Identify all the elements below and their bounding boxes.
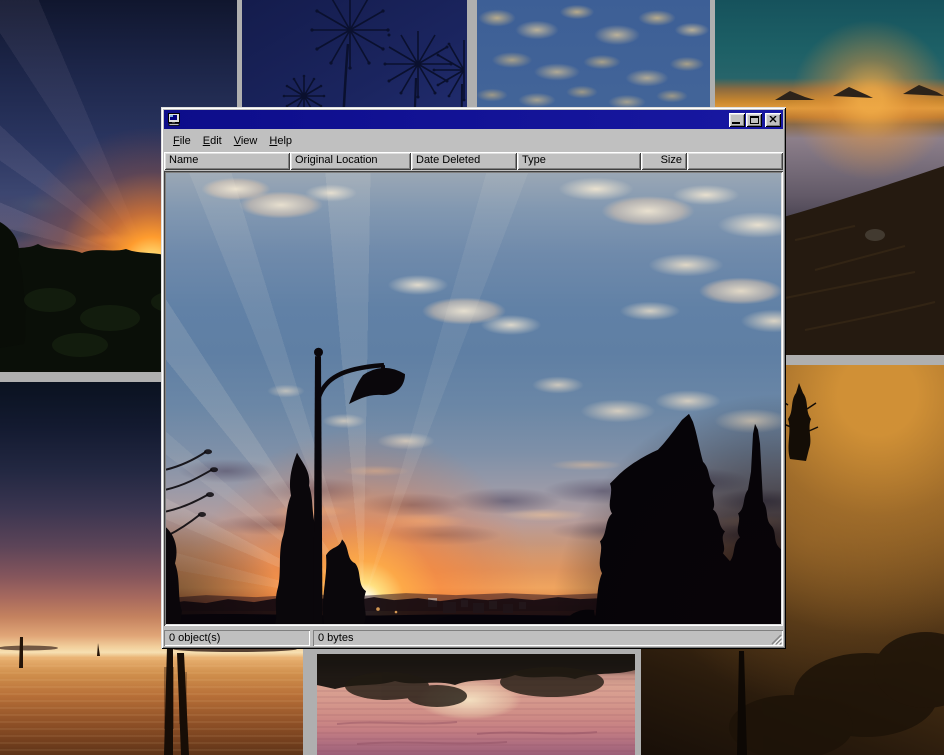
window-titlebar[interactable] xyxy=(164,110,783,129)
close-icon xyxy=(769,116,777,123)
list-column-headers: Name Original Location Date Deleted Type… xyxy=(164,152,783,171)
status-object-count: 0 object(s) xyxy=(164,630,310,646)
wallpaper-photo-water-reflection xyxy=(317,654,635,755)
menu-view[interactable]: View xyxy=(228,132,264,150)
minimize-icon xyxy=(732,122,740,124)
column-header-size[interactable]: Size xyxy=(641,152,687,170)
resize-grip[interactable] xyxy=(770,633,782,645)
close-button[interactable] xyxy=(765,113,781,127)
status-size: 0 bytes xyxy=(313,630,783,646)
menu-edit[interactable]: Edit xyxy=(197,132,228,150)
minimize-button[interactable] xyxy=(729,113,745,127)
maximize-button[interactable] xyxy=(746,113,762,127)
photo-vignette xyxy=(166,173,781,624)
list-view-area[interactable] xyxy=(164,171,783,626)
column-header-original-location[interactable]: Original Location xyxy=(290,152,411,170)
recycle-bin-window: File Edit View Help Name Original Locati… xyxy=(161,107,786,649)
computer-icon[interactable] xyxy=(167,113,181,126)
reflection-silhouette xyxy=(317,654,635,755)
column-header-filler xyxy=(687,152,783,170)
column-header-date-deleted[interactable]: Date Deleted xyxy=(411,152,517,170)
menu-bar: File Edit View Help xyxy=(164,129,783,152)
menu-file[interactable]: File xyxy=(167,132,197,150)
maximize-icon xyxy=(750,116,759,124)
collage-gutter xyxy=(635,654,641,755)
status-bar: 0 object(s) 0 bytes xyxy=(164,626,783,646)
column-header-name[interactable]: Name xyxy=(164,152,290,170)
menu-help[interactable]: Help xyxy=(263,132,298,150)
column-header-type[interactable]: Type xyxy=(517,152,641,170)
list-view-background xyxy=(166,173,781,624)
